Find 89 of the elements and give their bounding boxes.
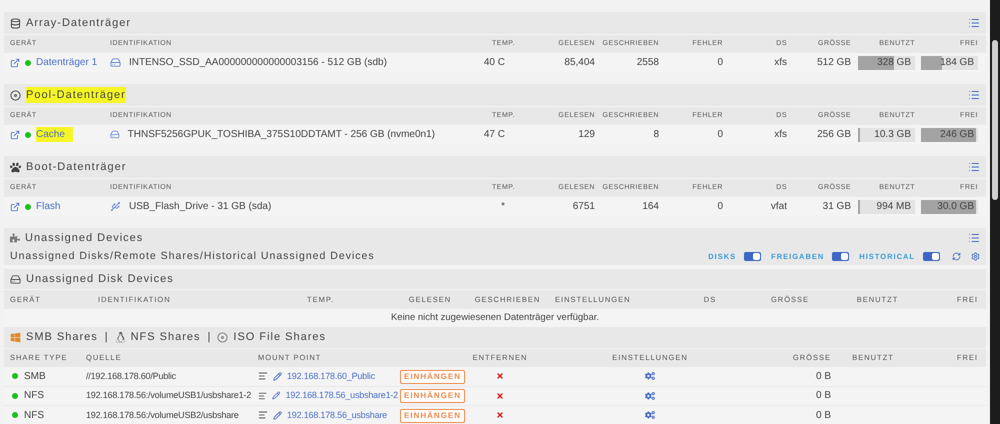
remove-icon[interactable] (496, 411, 504, 420)
settings-icon[interactable] (645, 390, 655, 401)
device-link[interactable]: Cache (36, 127, 73, 142)
mount-button[interactable]: EINHÄNGEN (400, 370, 466, 384)
empty-message: Keine nicht zugewiesenen Datenträger verfügbar. (390, 310, 600, 325)
usage-value: 246 GB (939, 128, 975, 142)
table-cell-text: 164 (641, 200, 659, 214)
section-title: SMB Shares (26, 330, 98, 346)
settings-icon[interactable] (971, 252, 980, 261)
device-link[interactable]: Datenträger 1 (36, 55, 98, 70)
remove-icon[interactable] (496, 372, 504, 380)
usage-value: 328 GB (876, 56, 912, 70)
table-cell-text: 0 B (814, 408, 831, 423)
settings-icon[interactable] (645, 410, 655, 420)
table-cell-text: * (500, 200, 506, 214)
table-cell-text: 256 GB (816, 128, 851, 142)
mount-point-link[interactable]: 192.168.178.60_Public (287, 370, 375, 383)
section-title: Array-Datenträger (26, 16, 132, 31)
section-title: Boot-Datenträger (26, 160, 126, 175)
share-source: 192.168.178.56:/volumeUSB2/usbshare (86, 408, 239, 422)
section-title: Unassigned Disk Devices (26, 272, 174, 287)
toggle-switch[interactable] (744, 252, 762, 261)
device-link[interactable]: Flash (36, 199, 60, 214)
usage-value: 10.3 GB (873, 128, 912, 142)
edit-icon[interactable] (273, 410, 282, 420)
settings-icon[interactable] (645, 371, 655, 382)
table-cell-text: 8 (652, 128, 659, 142)
scrollbar[interactable] (990, 0, 1000, 424)
external-link-icon[interactable] (10, 58, 20, 68)
log-icon[interactable] (258, 410, 268, 420)
remove-icon[interactable] (496, 392, 504, 400)
toggle-switch[interactable] (832, 252, 850, 261)
disc-icon (10, 90, 21, 100)
share-source: 192.168.178.56:/volumeUSB1/usbshare1-2 (86, 389, 252, 402)
identification: INTENSO_SSD_AA000000000000003156 - 512 GB (sdb) (129, 56, 387, 70)
drive-icon (110, 57, 121, 68)
share-type: NFS (24, 408, 44, 423)
edit-icon[interactable] (273, 372, 282, 381)
table-cell-text: 2558 (636, 56, 659, 70)
penguin-icon (114, 332, 126, 343)
identification: USB_Flash_Drive - 31 GB (sda) (129, 200, 272, 214)
table-cell-text: 129 (577, 128, 595, 142)
table-cell-text: 6751 (572, 200, 595, 214)
table-cell-text: 40 C (482, 56, 506, 70)
table-cell-text: 0 (716, 56, 723, 70)
table-cell-text: 0 B (814, 389, 831, 404)
usage-value: 184 GB (939, 56, 975, 70)
table-cell-text: 512 GB (816, 56, 851, 70)
mount-button[interactable]: EINHÄNGEN (400, 389, 466, 404)
table-cell-text: 31 GB (822, 200, 851, 214)
database-icon (10, 18, 21, 28)
section-title: NFS Shares (130, 330, 201, 346)
section-title: Pool-Datenträger (26, 86, 126, 104)
edit-icon[interactable] (272, 391, 281, 400)
log-icon[interactable] (258, 390, 268, 401)
drive-icon (110, 129, 120, 140)
usage-value: 994 MB (876, 200, 912, 214)
windows-icon (10, 332, 21, 343)
table-cell-text: 85,404 (563, 56, 595, 70)
table-cell-text: vfat (770, 200, 787, 214)
title-separator: | (104, 330, 108, 346)
usage-value: 30.0 GB (936, 200, 975, 214)
table-cell-text: 0 (716, 200, 723, 214)
table-cell-text: 0 B (814, 370, 831, 384)
puzzle-icon (10, 233, 20, 243)
mount-button[interactable]: EINHÄNGEN (400, 408, 466, 423)
external-link-icon[interactable] (10, 202, 20, 212)
section-title: ISO File Shares (233, 330, 326, 346)
table-cell-text: xfs (773, 128, 787, 142)
log-icon[interactable] (258, 371, 268, 382)
share-source: //192.168.178.60/Public (86, 370, 176, 382)
disc-icon (217, 332, 228, 343)
identification: THNSF5256GPUK_TOSHIBA_375S10DDTAMT - 256 GB (nvme0n1) (128, 128, 435, 142)
toggle-switch[interactable] (923, 252, 940, 261)
usb-drive-icon (110, 201, 121, 212)
mount-point-link[interactable]: 192.168.178.56_usbshare (287, 408, 387, 422)
share-type: SMB (24, 370, 46, 384)
refresh-icon[interactable] (952, 252, 961, 261)
table-cell-text: 0 (716, 128, 723, 142)
table-cell-text: xfs (773, 56, 787, 70)
external-link-icon[interactable] (10, 130, 20, 140)
mount-point-link[interactable]: 192.168.178.56_usbshare1-2 (286, 389, 398, 402)
paw-icon (10, 162, 21, 172)
section-subtitle: Unassigned Disks/Remote Shares/Historical Unassigned Devices (10, 248, 375, 264)
section-title: Unassigned Devices (25, 230, 144, 246)
drive-icon (10, 274, 21, 284)
share-type: NFS (24, 389, 44, 404)
title-separator: | (208, 330, 210, 346)
table-cell-text: 47 C (482, 128, 506, 142)
